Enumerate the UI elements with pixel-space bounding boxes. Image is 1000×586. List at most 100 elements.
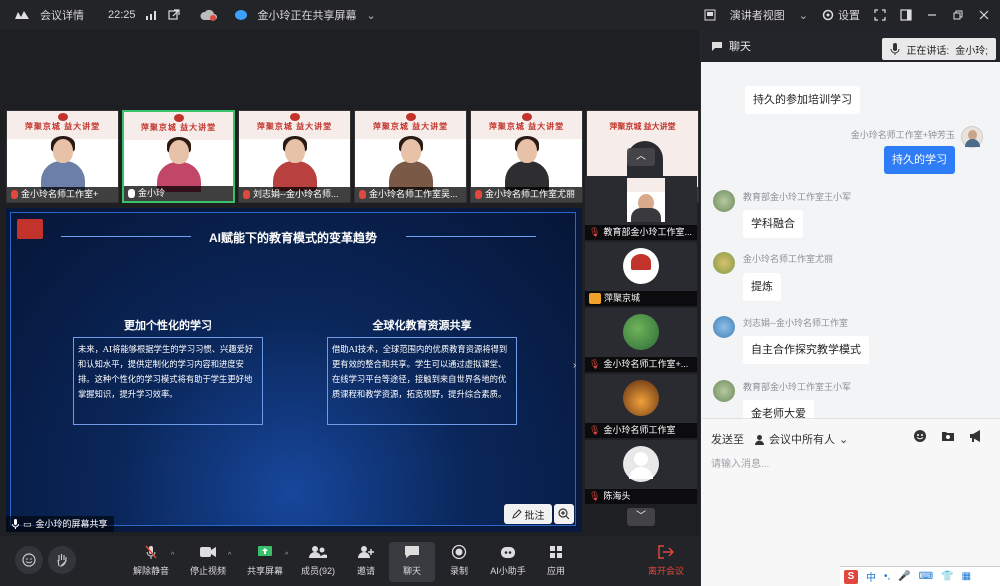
collapse-arrow-icon[interactable]: ›	[573, 360, 581, 376]
chat-messages[interactable]: 持久的参加培训学习 金小玲名师工作室+钟芳玉 持久的学习 教育部金小玲工作室王小…	[701, 62, 1000, 438]
external-link-icon[interactable]	[167, 9, 180, 21]
participant-name: 刘志娟--金小玲名师...	[253, 189, 339, 199]
chevron-down-icon: ⌄	[839, 433, 849, 446]
video-options-icon[interactable]: ^	[228, 552, 231, 559]
ai-assistant-button[interactable]: AI小助手	[483, 542, 533, 582]
close-icon[interactable]	[978, 9, 990, 21]
record-button[interactable]: 录制	[434, 542, 484, 582]
apps-button[interactable]: 应用	[531, 542, 581, 582]
speaking-mic-icon	[890, 43, 900, 55]
thumb-tag: 萍聚京城	[585, 291, 697, 306]
exit-icon	[658, 545, 674, 559]
annotate-button[interactable]: 批注	[504, 504, 552, 524]
recipient-dropdown[interactable]: 会议中所有人 ⌄	[754, 431, 848, 447]
participant-thumb[interactable]: 萍聚京城 益大讲堂 金小玲名师工作室尤丽	[470, 110, 583, 203]
members-button[interactable]: 成员(92)	[293, 542, 343, 582]
unmute-button[interactable]: 解除静音	[126, 542, 176, 582]
speaker-view-button[interactable]: 演讲者视图	[730, 7, 785, 23]
right-thumb-4[interactable]: 🎙 陈海头	[585, 440, 697, 504]
participant-avatar	[623, 380, 659, 416]
chat-header-icon	[712, 41, 722, 51]
banner-text: 萍聚京城 益大讲堂	[140, 123, 217, 132]
ime-grid-icon[interactable]: ▦	[962, 571, 971, 582]
sogou-logo-icon[interactable]: S	[844, 569, 858, 584]
chat-button[interactable]: 聊天	[389, 542, 435, 582]
right-thumb-1[interactable]: 萍聚京城	[585, 242, 697, 306]
thumb-tag: 金小玲名师工作室+	[7, 187, 118, 202]
right-thumb-3[interactable]: 🎙 金小玲名师工作室	[585, 374, 697, 438]
thumb-tag: 🎙 陈海头	[585, 489, 697, 504]
sidebar-toggle-icon[interactable]	[900, 9, 912, 21]
megaphone-icon[interactable]	[969, 429, 983, 443]
record-icon	[451, 544, 467, 560]
ime-punct-icon[interactable]: •,	[884, 571, 890, 582]
participant-thumb[interactable]: 萍聚京城 益大讲堂 金小玲名师工作室吴...	[354, 110, 467, 203]
thumb-banner: 萍聚京城 益大讲堂	[124, 112, 233, 140]
participant-avatar	[623, 314, 659, 350]
raise-hand-button[interactable]	[48, 546, 76, 574]
participant-name: 金小玲名师工作室	[603, 425, 676, 435]
meeting-details-link[interactable]: 会议详情	[40, 7, 84, 23]
recipient-value: 会议中所有人	[769, 434, 835, 446]
chevron-down-icon[interactable]: ⌄	[367, 9, 376, 22]
participant-thumb[interactable]: 萍聚京城 益大讲堂金小玲	[122, 110, 235, 203]
thumb-tag: 🎙 金小玲名师工作室	[585, 423, 697, 438]
settings-button[interactable]: 设置	[838, 7, 860, 23]
mic-icon	[12, 519, 19, 529]
stop-video-button[interactable]: 停止视频	[183, 542, 233, 582]
share-options-icon[interactable]: ^	[285, 552, 288, 559]
signal-icon	[145, 10, 158, 20]
folder-icon[interactable]	[941, 429, 955, 443]
participant-thumb[interactable]: 萍聚京城 益大讲堂 金小玲名师工作室+	[6, 110, 119, 203]
thumb-banner: 萍聚京城 益大讲堂	[239, 111, 350, 139]
muted-mic-icon	[475, 190, 482, 199]
invite-label: 邀请	[356, 566, 375, 576]
scroll-down-button[interactable]: ﹀	[627, 508, 655, 526]
unmute-options-icon[interactable]: ^	[171, 552, 174, 559]
banner-logo-icon	[289, 113, 300, 121]
ime-skin-icon[interactable]: 👕	[941, 571, 953, 582]
sender-avatar	[713, 380, 735, 402]
muted-mic-icon: 🎙	[589, 425, 601, 435]
right-thumb-0[interactable]: 🎙 教育部金小玲工作室...	[585, 176, 697, 240]
unmute-label: 解除静音	[132, 566, 169, 576]
bottom-toolbar: 解除静音 ^ 停止视频 ^ 共享屏幕 ^ 成员(92) 邀请 聊天 录制 AI小…	[0, 536, 700, 586]
muted-mic-icon: 🎙	[589, 359, 601, 369]
speaking-name: 金小玲;	[955, 45, 988, 57]
banner-text: 萍聚京城 益大讲堂	[609, 122, 676, 131]
participant-thumb[interactable]: 萍聚京城 益大讲堂刘志娟--金小玲名师...	[238, 110, 351, 203]
chat-panel: 聊天 正在讲话: 金小玲; 持久的参加培训学习 金小玲名师工作室+钟芳玉 持久的…	[700, 30, 1000, 586]
ime-keyboard-icon[interactable]: ⌨	[919, 571, 933, 582]
thumb-person	[156, 137, 201, 192]
leave-meeting-button[interactable]: 离开会议	[641, 542, 691, 582]
speaking-indicator: 正在讲话: 金小玲;	[882, 38, 996, 60]
view-chevron-icon[interactable]: ⌄	[799, 9, 808, 22]
right-thumb-2[interactable]: 🎙 金小玲名师工作室+...	[585, 308, 697, 372]
share-owner-tag: ▭ 金小玲的屏幕共享	[6, 516, 114, 532]
chat-sender: 教育部金小玲工作室王小军	[743, 382, 852, 392]
screen-share-icon: ▭	[23, 519, 32, 529]
thumb-tag: 金小玲	[124, 186, 233, 201]
zoom-button[interactable]	[554, 504, 574, 524]
fullscreen-icon[interactable]	[874, 9, 886, 21]
ime-language[interactable]: 中	[866, 569, 876, 584]
invite-button[interactable]: 邀请	[341, 542, 391, 582]
thumb-tag: 🎙 教育部金小玲工作室...	[585, 225, 697, 240]
gear-icon[interactable]	[822, 9, 834, 21]
restore-icon[interactable]	[952, 9, 964, 21]
thumb-banner: 萍聚京城 益大讲堂	[355, 111, 466, 139]
emoji-button[interactable]	[15, 546, 43, 574]
banner-logo-icon	[405, 113, 416, 121]
chat-sender: 金小玲名师工作室尤丽	[743, 254, 834, 264]
emoji-icon[interactable]	[913, 429, 927, 443]
thumb-tag: 刘志娟--金小玲名师...	[239, 187, 350, 202]
share-screen-button[interactable]: 共享屏幕	[240, 542, 290, 582]
mic-icon	[128, 189, 135, 198]
muted-mic-icon	[11, 190, 18, 199]
scroll-up-button[interactable]: ︿	[627, 148, 655, 166]
chat-input[interactable]: 请输入消息...	[711, 455, 769, 470]
sender-avatar	[713, 252, 735, 274]
ime-mic-icon[interactable]: 🎤	[898, 571, 910, 582]
minimize-icon[interactable]	[926, 9, 938, 21]
cloud-icon[interactable]	[200, 9, 218, 21]
